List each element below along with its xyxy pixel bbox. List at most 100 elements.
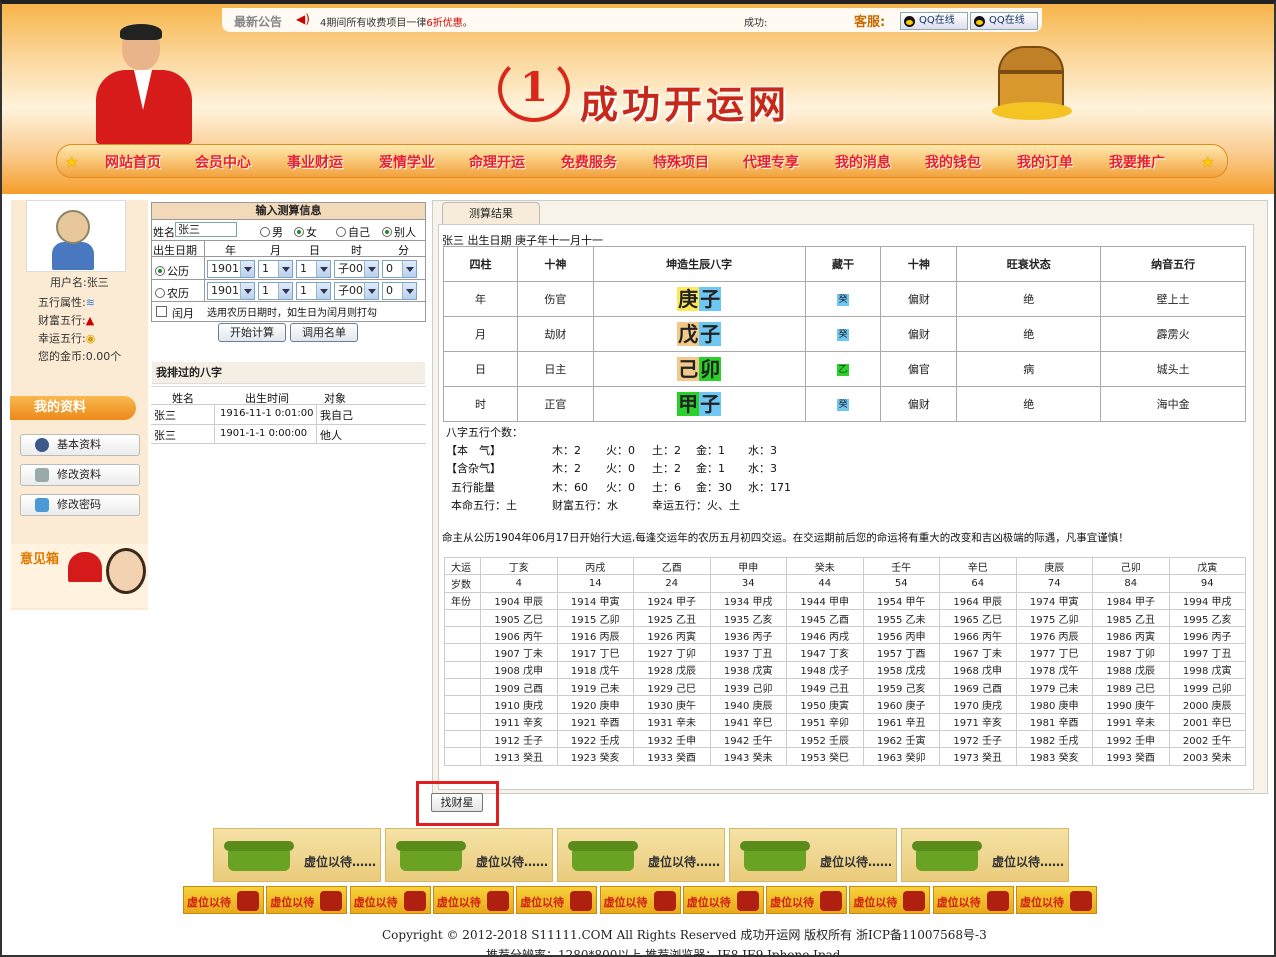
recommend-note: 推荐分辨率：1280*800以上 推荐浏览器：IE8,IE9,Iphone,Ip… bbox=[486, 948, 841, 957]
nav-item-messages[interactable]: 我的消息 bbox=[835, 152, 891, 172]
pillar-header: 纳音五行 bbox=[1100, 246, 1246, 282]
nav-item-fortune[interactable]: 命理开运 bbox=[469, 152, 525, 172]
target-self[interactable]: 自己 bbox=[336, 224, 370, 240]
hour-select-1[interactable]: 子00 bbox=[334, 260, 379, 278]
hour-select-2[interactable]: 子00 bbox=[334, 282, 379, 300]
hanza-tu: 土：2 bbox=[652, 462, 681, 475]
year-row: 1912 壬子 1922 壬戌 1932 壬申 1942 壬午 1952 壬辰 1962 … bbox=[444, 729, 1246, 749]
girl-icon bbox=[106, 548, 146, 594]
nav-item-wallet[interactable]: 我的钱包 bbox=[925, 152, 981, 172]
nav-item-promote[interactable]: 我要推广 bbox=[1109, 152, 1165, 172]
table-row[interactable]: 1916-11-1 0:01:00 bbox=[220, 408, 313, 419]
qq-online-button-2[interactable]: QQ在线 bbox=[970, 12, 1038, 30]
nav-item-special[interactable]: 特殊项目 bbox=[653, 152, 709, 172]
nav-item-free[interactable]: 免费服务 bbox=[561, 152, 617, 172]
col-month: 月 bbox=[270, 244, 281, 257]
pillar-header: 十神 bbox=[516, 246, 594, 282]
edit-info-button[interactable]: 修改资料 bbox=[20, 464, 140, 486]
year-row: 1908 戊申 1918 戊午 1928 戊辰 1938 戊寅 1948 戊子 1958 … bbox=[444, 660, 1246, 680]
xingyun-wuxing-result: 幸运五行：火、土 bbox=[652, 499, 740, 512]
small-ad-banner[interactable]: 虚位以待 bbox=[183, 886, 264, 914]
calendar-gongli[interactable]: 公历 bbox=[155, 263, 189, 279]
year-select-1[interactable]: 1901 bbox=[207, 260, 255, 278]
month-select-2[interactable]: 1 bbox=[258, 282, 293, 300]
year-row: 1905 乙巳 1915 乙卯 1925 乙丑 1935 乙亥 1945 乙酉 1955 … bbox=[444, 608, 1246, 628]
table-row[interactable]: 张三 bbox=[154, 427, 176, 443]
change-password-button[interactable]: 修改密码 bbox=[20, 494, 140, 516]
basic-info-button[interactable]: 基本资料 bbox=[20, 434, 140, 456]
small-ad-banner[interactable]: 虚位以待 bbox=[1016, 886, 1097, 914]
day-select-2[interactable]: 1 bbox=[296, 282, 331, 300]
gender-male[interactable]: 男 bbox=[260, 224, 283, 240]
small-ad-banner[interactable]: 虚位以待 bbox=[266, 886, 348, 914]
minute-select-2[interactable]: 0 bbox=[382, 282, 417, 300]
month-select-1[interactable]: 1 bbox=[258, 260, 293, 278]
small-ad-banner[interactable]: 虚位以待 bbox=[432, 886, 514, 914]
nav-item-love[interactable]: 爱情学业 bbox=[379, 152, 435, 172]
energy-mu: 木：60 bbox=[552, 481, 588, 494]
calendar-nongli[interactable]: 农历 bbox=[155, 285, 189, 301]
gender-female[interactable]: 女 bbox=[294, 224, 317, 240]
runyue-checkbox[interactable] bbox=[156, 306, 167, 317]
notice-text[interactable]: 4期间所有收费项目一律6折优惠。 bbox=[320, 14, 473, 29]
dayun-table: 大运 丁亥 丙戌 乙酉 甲申 癸未 壬午 辛巳 庚辰 己卯 戊寅 岁数 4 14 24 34 44 54 64 74 8… bbox=[444, 556, 1246, 766]
pillars-table: 四柱 十神 坤造生辰八字 藏干 十神 旺衰状态 纳音五行 年伤官 庚子 癸 偏财… bbox=[443, 246, 1246, 422]
star-icon: ★ bbox=[65, 153, 79, 171]
table-row[interactable]: 张三 bbox=[154, 407, 176, 423]
water-icon: ≋ bbox=[85, 296, 95, 309]
energy-tu: 土：6 bbox=[652, 481, 681, 494]
name-input[interactable]: 张三 bbox=[175, 222, 237, 237]
ad-banner[interactable]: 虚位以待…… bbox=[729, 828, 897, 882]
nav-item-member[interactable]: 会员中心 bbox=[195, 152, 251, 172]
chair-icon bbox=[486, 891, 509, 911]
year-select-2[interactable]: 1901 bbox=[207, 282, 255, 300]
ad-banner[interactable]: 虚位以待…… bbox=[557, 828, 725, 882]
energy-label: 五行能量 bbox=[451, 481, 495, 494]
start-calc-button[interactable]: 开始计算 bbox=[218, 323, 286, 342]
benqi-jin: 金：1 bbox=[696, 444, 725, 457]
table-row[interactable]: 他人 bbox=[320, 427, 342, 443]
nav-item-orders[interactable]: 我的订单 bbox=[1017, 152, 1073, 172]
sofa-icon bbox=[568, 841, 638, 871]
star-icon: ★ bbox=[1201, 153, 1215, 171]
mailbox-icon bbox=[68, 552, 102, 582]
day-select-1[interactable]: 1 bbox=[296, 260, 331, 278]
key-icon bbox=[35, 498, 49, 512]
fire-icon: ▲ bbox=[85, 314, 95, 327]
hanza-mu: 木：2 bbox=[552, 462, 581, 475]
gold-balance: 您的金币:0.00个 bbox=[38, 350, 122, 363]
small-ad-banner[interactable]: 虚位以待 bbox=[766, 886, 848, 914]
year-row: 1911 辛亥 1921 辛酉 1931 辛未 1941 辛巳 1951 辛卯 1961 … bbox=[444, 712, 1246, 731]
small-ad-banner[interactable]: 虚位以待 bbox=[349, 886, 431, 914]
ad-banner[interactable]: 虚位以待…… bbox=[213, 828, 381, 882]
small-ad-banner[interactable]: 虚位以待 bbox=[516, 886, 598, 914]
table-row[interactable]: 我自己 bbox=[320, 407, 353, 423]
year-row: 年份 1904 甲辰 1914 甲寅 1924 甲子 1934 甲戌 1944 甲申 195… bbox=[444, 591, 1246, 610]
chair-icon bbox=[570, 891, 593, 911]
birth-label: 出生日期 bbox=[153, 244, 197, 257]
col-day: 日 bbox=[309, 244, 320, 257]
load-list-button[interactable]: 调用名单 bbox=[290, 323, 358, 342]
site-logo-text[interactable]: 成功开运网 bbox=[580, 74, 790, 129]
nav-item-home[interactable]: 网站首页 bbox=[105, 152, 161, 172]
small-ad-banner[interactable]: 虚位以待 bbox=[849, 886, 931, 914]
target-other[interactable]: 别人 bbox=[382, 224, 416, 240]
minute-select-1[interactable]: 0 bbox=[382, 260, 417, 278]
ad-banner[interactable]: 虚位以待…… bbox=[385, 828, 553, 882]
small-ad-banner[interactable]: 虚位以待 bbox=[682, 886, 764, 914]
ad-banner[interactable]: 虚位以待…… bbox=[901, 828, 1069, 882]
nav-item-career[interactable]: 事业财运 bbox=[287, 152, 343, 172]
table-row[interactable]: 1901-1-1 0:00:00 bbox=[220, 428, 307, 439]
nav-item-agent[interactable]: 代理专享 bbox=[743, 152, 799, 172]
speaker-icon: ◀) bbox=[296, 12, 310, 26]
pillar-header: 旺衰状态 bbox=[956, 246, 1102, 282]
main-nav: ★ 网站首页 会员中心 事业财运 爱情学业 命理开运 免费服务 特殊项目 代理专… bbox=[56, 144, 1228, 178]
small-ad-banner[interactable]: 虚位以待 bbox=[599, 886, 681, 914]
small-ad-banner[interactable]: 虚位以待 bbox=[932, 886, 1014, 914]
tab-result[interactable]: 测算结果 bbox=[442, 202, 540, 224]
runyue-note: 选用农历日期时，如生日为闰月则打勾 bbox=[207, 308, 377, 319]
year-row: 1913 癸丑 1923 癸亥 1933 癸酉 1943 癸未 1953 癸巳 1963 … bbox=[444, 747, 1246, 766]
sofa-icon bbox=[740, 841, 810, 871]
treasure-chest-image bbox=[992, 46, 1072, 122]
qq-online-button-1[interactable]: QQ在线 bbox=[900, 12, 968, 30]
